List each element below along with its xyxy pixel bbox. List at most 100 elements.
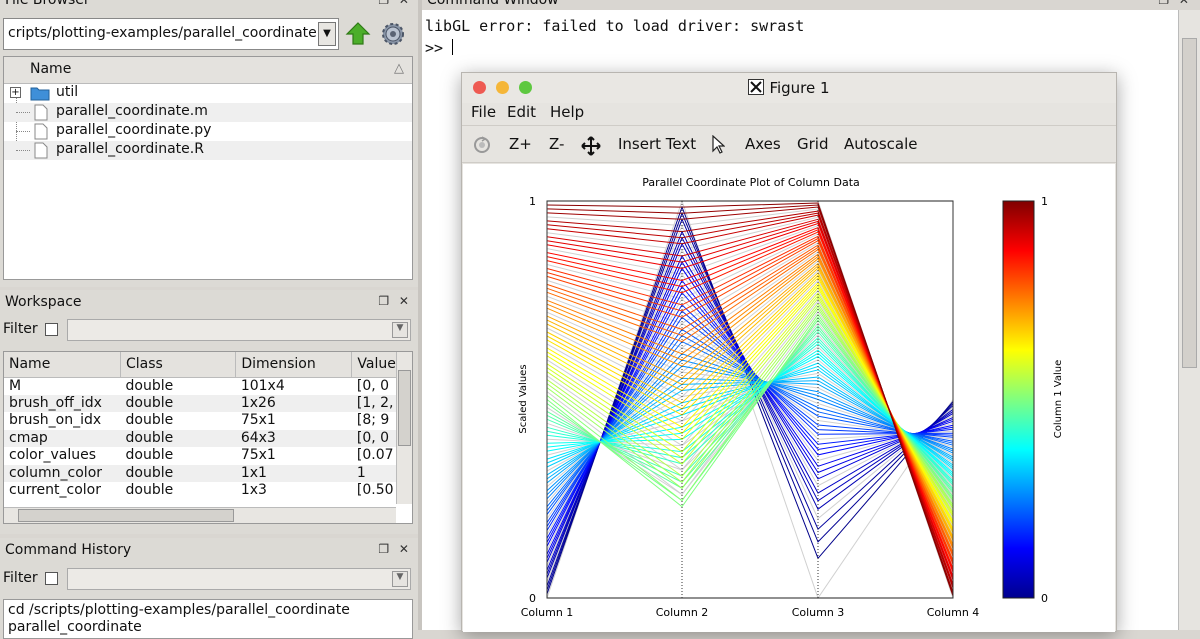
- list-item-label: parallel_coordinate.R: [56, 141, 204, 157]
- filter-input[interactable]: ▼: [67, 319, 411, 341]
- autoscale-button[interactable]: Autoscale: [844, 135, 917, 153]
- colored-series-line: [546, 258, 954, 545]
- figure-titlebar[interactable]: Figure 1: [462, 73, 1116, 103]
- sort-ascending-icon[interactable]: △: [394, 61, 404, 76]
- figure-canvas[interactable]: Parallel Coordinate Plot of Column Data …: [463, 164, 1115, 632]
- figure-toolbar: Z+ Z- Insert Text Axes Grid Autoscale: [462, 125, 1116, 163]
- column-header-class[interactable]: Class: [120, 352, 237, 378]
- tree-line: [16, 150, 30, 151]
- x-tick-label: Column 2: [656, 606, 709, 619]
- x-tick-label: Column 1: [521, 606, 574, 619]
- chevron-down-icon[interactable]: ▼: [318, 22, 336, 46]
- cell-class: double: [125, 482, 174, 499]
- parallel-coordinate-plot[interactable]: Parallel Coordinate Plot of Column Data …: [463, 164, 1115, 632]
- history-list[interactable]: cd /scripts/plotting-examples/parallel_c…: [3, 599, 413, 639]
- console-prompt[interactable]: >>: [425, 37, 1178, 59]
- file-icon: [34, 104, 48, 121]
- workspace-title: Workspace: [5, 294, 82, 310]
- name-column-header[interactable]: Name △: [4, 57, 412, 84]
- prompt-text: >>: [425, 39, 453, 57]
- path-combobox[interactable]: cripts/plotting-examples/parallel_coordi…: [3, 18, 339, 50]
- axes-button[interactable]: Axes: [745, 135, 781, 153]
- chevron-down-icon[interactable]: ▼: [392, 322, 408, 338]
- colorbar-tick-label: 1: [1041, 195, 1048, 208]
- table-row[interactable]: current_color double 1x3 [0.50: [4, 482, 412, 500]
- cell-class: double: [120, 394, 236, 412]
- cell-class: double: [120, 464, 236, 482]
- y-tick-label: 0: [529, 592, 536, 605]
- vertical-scrollbar[interactable]: [1178, 10, 1200, 630]
- colored-series-line: [546, 319, 954, 502]
- colorbar-tick-label: 0: [1041, 592, 1048, 605]
- cell-name: brush_off_idx: [4, 394, 121, 412]
- up-directory-button[interactable]: [343, 19, 373, 49]
- expand-icon[interactable]: +: [10, 87, 21, 98]
- cell-name: color_values: [9, 447, 97, 464]
- file-browser-dock-buttons[interactable]: ❐ ✕: [378, 0, 412, 7]
- file-icon: [34, 142, 48, 159]
- command-history-title: Command History: [5, 542, 132, 558]
- up-arrow-icon: [345, 22, 371, 45]
- chart-title: Parallel Coordinate Plot of Column Data: [642, 176, 860, 189]
- table-row[interactable]: brush_on_idx double 75x1 [8; 9: [4, 412, 412, 430]
- command-window-dock-buttons[interactable]: ❐ ✕: [1158, 0, 1192, 7]
- command-history-dock-buttons[interactable]: ❐ ✕: [378, 542, 412, 556]
- cell-name: cmap: [4, 429, 121, 447]
- zoom-in-button[interactable]: Z+: [509, 135, 532, 153]
- column-header-dimension[interactable]: Dimension: [235, 352, 353, 378]
- cell-dimension: 64x3: [235, 429, 352, 447]
- list-item-label: util: [56, 84, 79, 100]
- list-item-folder[interactable]: + util: [4, 84, 412, 103]
- select-cursor-icon[interactable]: [711, 135, 725, 155]
- horizontal-scrollbar[interactable]: [4, 507, 396, 523]
- zoom-out-button[interactable]: Z-: [549, 135, 564, 153]
- filter-label: Filter: [3, 570, 38, 586]
- menu-help[interactable]: Help: [550, 103, 584, 121]
- scrollbar-thumb[interactable]: [398, 370, 411, 446]
- pan-icon[interactable]: [581, 136, 601, 156]
- cell-class: double: [125, 447, 174, 464]
- cell-class: double: [125, 377, 174, 394]
- workspace-dock-buttons[interactable]: ❐ ✕: [378, 294, 412, 308]
- list-item[interactable]: cd /scripts/plotting-examples/parallel_c…: [8, 602, 412, 619]
- cell-name: column_color: [4, 464, 121, 482]
- console-output-line: libGL error: failed to load driver: swra…: [425, 17, 805, 35]
- menu-file[interactable]: File: [471, 103, 496, 121]
- figure-menubar: File Edit Help: [462, 103, 1116, 125]
- cell-name: brush_on_idx: [9, 412, 102, 429]
- insert-text-button[interactable]: Insert Text: [618, 135, 696, 153]
- scrollbar-thumb[interactable]: [1182, 38, 1197, 368]
- scrollbar-thumb[interactable]: [18, 509, 234, 522]
- figure-title-area: Figure 1: [462, 79, 1116, 97]
- table-row[interactable]: cmap double 64x3 [0, 0: [4, 429, 412, 447]
- rotate-icon[interactable]: [473, 136, 491, 154]
- gear-icon: [382, 23, 404, 45]
- menu-edit[interactable]: Edit: [507, 103, 536, 121]
- column-header-name[interactable]: Name: [4, 352, 121, 378]
- settings-button[interactable]: [378, 19, 408, 49]
- table-row[interactable]: M double 101x4 [0, 0: [4, 377, 412, 395]
- vertical-scrollbar[interactable]: [396, 352, 412, 504]
- table-row[interactable]: brush_off_idx double 1x26 [1, 2,: [4, 394, 412, 412]
- table-row[interactable]: color_values double 75x1 [0.07: [4, 447, 412, 465]
- cell-class: double: [120, 429, 236, 447]
- cell-dimension: 1x3: [240, 482, 267, 499]
- filter-input[interactable]: ▼: [67, 568, 411, 590]
- cell-dimension: 1x26: [235, 394, 352, 412]
- table-row[interactable]: column_color double 1x1 1: [4, 464, 412, 482]
- cell-dimension: 1x1: [235, 464, 352, 482]
- list-item-file[interactable]: parallel_coordinate.m: [4, 103, 412, 122]
- figure-window[interactable]: Figure 1 File Edit Help Z+ Z- Insert Tex…: [461, 72, 1117, 632]
- colored-series-line: [546, 316, 954, 508]
- filter-checkbox[interactable]: [45, 572, 58, 585]
- file-browser-title: File Browser: [5, 0, 90, 8]
- workspace-table[interactable]: Name Class Dimension Value M double 101x…: [3, 351, 413, 524]
- chevron-down-icon[interactable]: ▼: [392, 571, 408, 587]
- filter-checkbox[interactable]: [45, 323, 58, 336]
- grid-button[interactable]: Grid: [797, 135, 828, 153]
- list-item-file[interactable]: parallel_coordinate.py: [4, 122, 412, 141]
- y-axis-label: Scaled Values: [518, 364, 529, 433]
- list-item-file[interactable]: parallel_coordinate.R: [4, 141, 412, 160]
- list-item[interactable]: parallel_coordinate: [8, 619, 412, 636]
- file-list[interactable]: Name △ + util parallel_coordinate.m para…: [3, 56, 413, 280]
